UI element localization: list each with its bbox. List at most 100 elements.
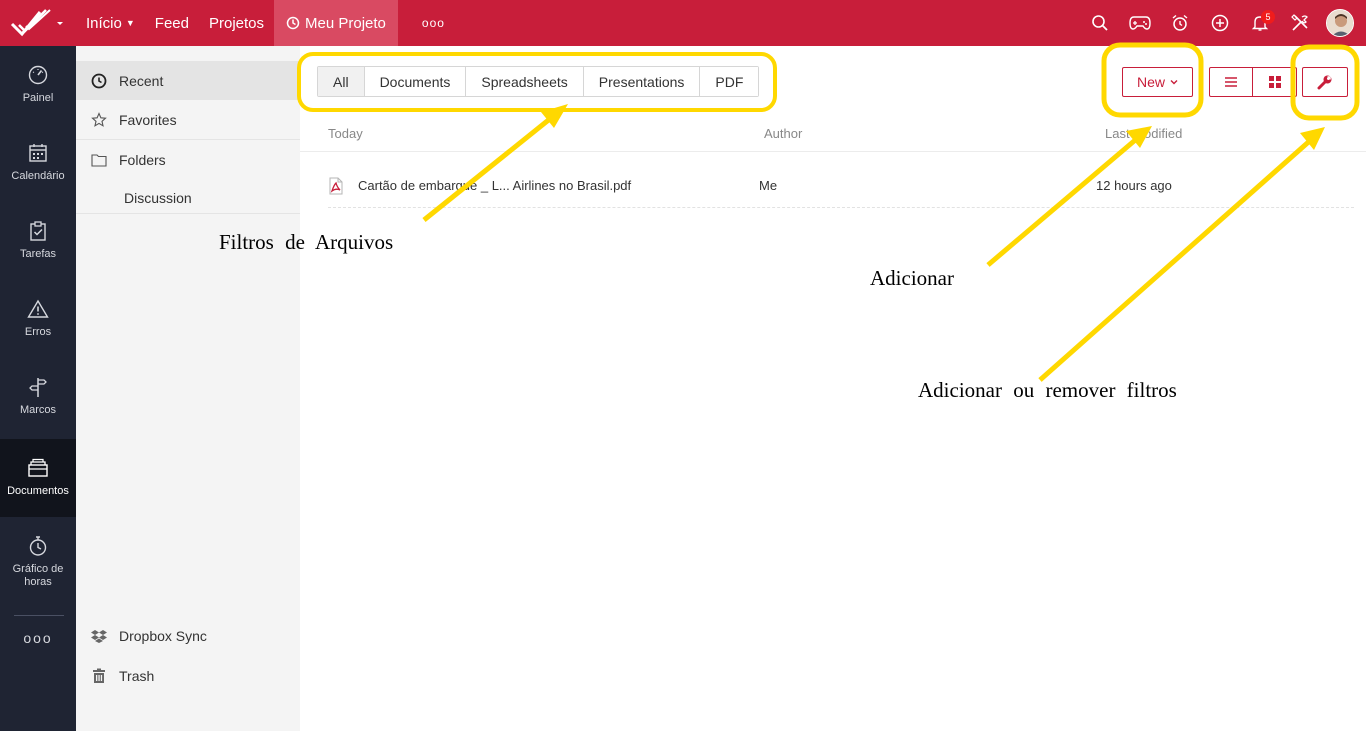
top-icons-group: 5 (1080, 0, 1366, 46)
nav-meu-projeto-label: Meu Projeto (305, 14, 386, 32)
main-content: All Documents Spreadsheets Presentations… (300, 46, 1366, 731)
user-avatar-icon (1327, 10, 1353, 36)
nav-meu-projeto[interactable]: Meu Projeto (274, 0, 398, 46)
top-navigation-bar: Início ▼ Feed Projetos Meu Projeto ooo 5 (0, 0, 1366, 46)
nav-feed[interactable]: Feed (145, 0, 199, 46)
add-button[interactable] (1200, 0, 1240, 46)
project-clock-icon (286, 16, 300, 30)
new-button-label: New (1136, 74, 1165, 90)
annotation-filters-label: Filtros de Arquivos (219, 230, 394, 254)
file-type-filters: All Documents Spreadsheets Presentations… (317, 66, 760, 97)
sidebar-item-folders[interactable]: Folders (76, 140, 300, 179)
avatar[interactable] (1326, 9, 1354, 37)
clipboard-check-icon (30, 221, 46, 241)
dashboard-icon (28, 65, 48, 85)
sidebar-item-label: Gráfico de horas (12, 563, 64, 588)
plus-circle-icon (1211, 14, 1229, 32)
signpost-icon (29, 378, 47, 397)
sidebar-item-painel[interactable]: Painel (0, 46, 76, 124)
logo-checkmark-icon (10, 9, 63, 37)
warning-icon (27, 299, 49, 318)
sidebar-item-label: Trash (119, 667, 155, 684)
grid-view-button[interactable] (1253, 68, 1296, 96)
sidebar-item-label: Discussion (124, 189, 192, 206)
sidebar-item-label: Calendário (11, 170, 65, 182)
documents-icon (28, 458, 48, 477)
star-icon (91, 111, 107, 127)
nav-projetos-label: Projetos (208, 14, 265, 32)
sidebar-item-discussion[interactable]: Discussion (76, 178, 300, 217)
notifications-button[interactable]: 5 (1240, 0, 1280, 46)
sidebar-item-label: Tarefas (19, 248, 57, 260)
filter-pdf[interactable]: PDF (700, 67, 759, 96)
header-divider (300, 151, 1366, 152)
file-name[interactable]: Cartão de embarque _ L... Airlines no Br… (358, 178, 631, 193)
filter-all[interactable]: All (318, 67, 365, 96)
trash-icon (93, 668, 105, 683)
nav-feed-label: Feed (154, 14, 189, 32)
alarm-clock-icon (1172, 14, 1188, 31)
sidebar-item-grafico-de-horas[interactable]: Gráfico de horas (0, 517, 76, 607)
sidebar-item-recent[interactable]: Recent (76, 61, 300, 100)
chevron-down-icon: ▼ (125, 18, 135, 28)
folder-icon (91, 153, 107, 167)
filter-presentations[interactable]: Presentations (583, 67, 701, 96)
sidebar-divider (14, 615, 64, 616)
sidebar-item-trash[interactable]: Trash (76, 656, 300, 695)
sidebar-item-documentos[interactable]: Documentos (0, 439, 76, 517)
sidebar-divider (76, 213, 300, 214)
view-toggle (1209, 67, 1297, 97)
filter-spreadsheets[interactable]: Spreadsheets (466, 67, 584, 96)
sidebar-item-favorites[interactable]: Favorites (76, 100, 300, 139)
nav-inicio-label: Início (86, 14, 122, 32)
sidebar-item-label: Marcos (19, 404, 57, 416)
filter-settings-button[interactable] (1302, 67, 1348, 97)
dropbox-icon (91, 629, 107, 643)
search-icon (1092, 15, 1108, 31)
nav-more-label: ooo (421, 16, 445, 30)
sidebar-item-label: Documentos (7, 485, 69, 497)
app-logo[interactable] (10, 8, 66, 38)
annotation-tools-label: Adicionar ou remover filtros (918, 378, 1177, 402)
notification-badge: 5 (1261, 10, 1275, 24)
chevron-down-icon (1170, 80, 1178, 85)
list-view-button[interactable] (1210, 68, 1253, 96)
reminders-button[interactable] (1160, 0, 1200, 46)
nav-more-button[interactable]: ooo (398, 0, 469, 46)
search-button[interactable] (1080, 0, 1120, 46)
gamepad-icon (1129, 16, 1151, 30)
column-header-last-modified[interactable]: Last modified (1105, 126, 1182, 141)
stopwatch-icon (29, 536, 47, 556)
table-row[interactable]: Cartão de embarque _ L... Airlines no Br… (328, 164, 1354, 208)
main-sidebar: Painel Calendário Tarefas Erros Marcos D… (0, 46, 76, 731)
tools-icon (1291, 14, 1308, 31)
games-button[interactable] (1120, 0, 1160, 46)
column-header-author[interactable]: Author (764, 126, 802, 141)
sidebar-more-button[interactable]: ooo (0, 630, 76, 646)
wrench-icon (1317, 75, 1332, 90)
sidebar-item-marcos[interactable]: Marcos (0, 358, 76, 436)
top-nav: Início ▼ Feed Projetos Meu Projeto ooo (76, 0, 469, 46)
grid-icon (1268, 76, 1281, 88)
nav-projetos[interactable]: Projetos (199, 0, 274, 46)
column-header-name: Today (328, 126, 363, 141)
settings-tools-button[interactable] (1280, 0, 1320, 46)
sidebar-item-label: Erros (24, 326, 52, 338)
nav-inicio[interactable]: Início ▼ (76, 0, 145, 46)
pdf-icon (329, 177, 343, 195)
sidebar-item-calendario[interactable]: Calendário (0, 124, 76, 202)
annotation-add-label: Adicionar (870, 266, 954, 290)
clock-icon (91, 73, 107, 88)
sidebar-item-tarefas[interactable]: Tarefas (0, 202, 76, 280)
documents-sidebar: Recent Favorites Folders Discussion Drop… (76, 46, 300, 731)
sidebar-item-label: Dropbox Sync (119, 627, 207, 644)
sidebar-item-label: Recent (119, 72, 164, 89)
sidebar-item-label: Favorites (119, 111, 177, 128)
list-icon (1225, 77, 1237, 87)
filter-documents[interactable]: Documents (364, 67, 467, 96)
sidebar-item-dropbox-sync[interactable]: Dropbox Sync (76, 616, 300, 655)
sidebar-item-erros[interactable]: Erros (0, 280, 76, 358)
file-modified: 12 hours ago (1096, 178, 1172, 193)
calendar-icon (29, 144, 47, 162)
new-button[interactable]: New (1122, 67, 1193, 97)
